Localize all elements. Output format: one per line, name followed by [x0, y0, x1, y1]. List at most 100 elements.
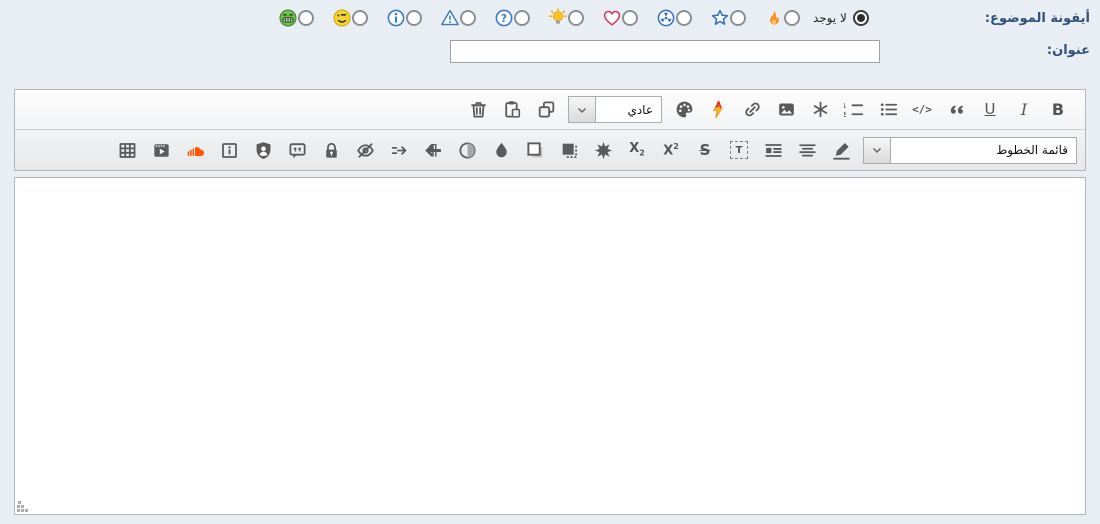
half-circle-icon: [457, 140, 478, 161]
topic-icon-option-warning[interactable]: [435, 8, 476, 28]
post-editor-page: أيقونة الموضوع: لا يوجد: [0, 0, 1100, 515]
hide-content-button[interactable]: [350, 135, 381, 165]
radiation-icon: [656, 8, 676, 28]
rtl-paragraph-button[interactable]: ¶: [418, 135, 449, 165]
chevron-down-icon: [576, 104, 588, 116]
topic-icon-option-info[interactable]: [381, 8, 422, 28]
title-label: عنوان:: [1047, 43, 1090, 58]
outline-box-button[interactable]: [520, 135, 551, 165]
topic-icon-radio-warning[interactable]: [460, 10, 476, 26]
video-button[interactable]: [146, 135, 177, 165]
topic-icon-row: أيقونة الموضوع: لا يوجد: [0, 0, 1100, 30]
topic-icon-radio-radiation[interactable]: [676, 10, 692, 26]
remove-format-button[interactable]: A: [703, 95, 734, 125]
ltr-direction-button[interactable]: [384, 135, 415, 165]
copy-button[interactable]: [531, 95, 562, 125]
highlight-button[interactable]: [826, 135, 857, 165]
color-palette-button[interactable]: [669, 95, 700, 125]
topic-icon-option-grin[interactable]: [273, 8, 314, 28]
strikethrough-button[interactable]: S: [690, 135, 721, 165]
topic-icon-radio-flame[interactable]: [784, 10, 800, 26]
title-row: عنوان:: [0, 39, 1100, 65]
topic-icon-radio-none[interactable]: [853, 10, 869, 26]
filled-box-button[interactable]: [554, 135, 585, 165]
flame-icon: [764, 8, 784, 28]
table-icon: [117, 140, 138, 161]
highlighter-pen-icon: [831, 140, 852, 161]
topic-icon-option-heart[interactable]: [597, 8, 638, 28]
font-list-dropdown-button[interactable]: [863, 137, 890, 164]
color-palette-icon: [674, 99, 695, 120]
indent-button[interactable]: [758, 135, 789, 165]
quote-icon: [946, 99, 967, 120]
ordered-list-icon: 1 2: [844, 99, 865, 120]
topic-icon-option-lightbulb[interactable]: [543, 8, 584, 28]
lock-button[interactable]: [316, 135, 347, 165]
resize-grip[interactable]: [17, 498, 31, 512]
heart-icon: [602, 8, 622, 28]
topic-icon-radio-wink[interactable]: [352, 10, 368, 26]
subscript-button[interactable]: X2: [622, 135, 653, 165]
link-button[interactable]: [737, 95, 768, 125]
quote-button[interactable]: [941, 95, 972, 125]
align-center-icon: [797, 140, 818, 161]
code-button[interactable]: </>: [907, 95, 938, 125]
delete-button[interactable]: [463, 95, 494, 125]
table-button[interactable]: [112, 135, 143, 165]
lock-icon: [321, 140, 342, 161]
topic-icon-radio-question[interactable]: [514, 10, 530, 26]
opacity-button[interactable]: [452, 135, 483, 165]
text-box-button[interactable]: T: [724, 135, 755, 165]
droplet-icon: [491, 140, 512, 161]
grin-smiley-icon: [278, 8, 298, 28]
align-center-button[interactable]: [792, 135, 823, 165]
info-box-button[interactable]: [214, 135, 245, 165]
font-list-value: قائمة الخطوط: [890, 137, 1077, 164]
strikethrough-icon: S: [700, 143, 711, 158]
topic-icon-radio-heart[interactable]: [622, 10, 638, 26]
topic-icon-option-question[interactable]: ?: [489, 8, 530, 28]
font-list-dropdown[interactable]: قائمة الخطوط: [863, 137, 1077, 164]
editor-content-area[interactable]: [14, 177, 1086, 515]
unordered-list-button[interactable]: [873, 95, 904, 125]
asterisk-button[interactable]: [805, 95, 836, 125]
svg-text:?: ?: [501, 12, 507, 25]
wink-smiley-icon: [332, 8, 352, 28]
topic-icon-radio-grin[interactable]: [298, 10, 314, 26]
topic-icon-option-none[interactable]: لا يوجد: [813, 10, 869, 26]
italic-button[interactable]: I: [1009, 95, 1040, 125]
remove-format-icon: A: [708, 99, 729, 120]
svg-text:1: 1: [844, 101, 846, 110]
topic-icon-radio-info[interactable]: [406, 10, 422, 26]
superscript-button[interactable]: X2: [656, 135, 687, 165]
bold-button[interactable]: B: [1043, 95, 1074, 125]
copy-icon: [536, 99, 557, 120]
quote-bubble-button[interactable]: [282, 135, 313, 165]
outline-box-icon: [525, 140, 546, 161]
topic-icon-option-star[interactable]: [705, 8, 746, 28]
indent-icon: [763, 140, 784, 161]
topic-icon-radio-star[interactable]: [730, 10, 746, 26]
starburst-button[interactable]: [588, 135, 619, 165]
text-box-icon: T: [730, 141, 748, 159]
topic-icon-label: أيقونة الموضوع:: [985, 11, 1090, 26]
topic-icon-radio-lightbulb[interactable]: [568, 10, 584, 26]
member-badge-button[interactable]: [248, 135, 279, 165]
ordered-list-button[interactable]: 1 2: [839, 95, 870, 125]
paste-button[interactable]: [497, 95, 528, 125]
topic-icon-option-radiation[interactable]: [651, 8, 692, 28]
editor-toolbar: B I U </> 1 2: [14, 89, 1086, 171]
soundcloud-icon: [185, 140, 206, 161]
paragraph-style-dropdown[interactable]: عادي: [568, 96, 662, 123]
paragraph-style-dropdown-button[interactable]: [568, 96, 595, 123]
topic-icon-option-flame[interactable]: [759, 8, 800, 28]
underline-button[interactable]: U: [975, 95, 1006, 125]
subscript-icon: X2: [629, 142, 645, 158]
image-button[interactable]: [771, 95, 802, 125]
topic-icon-option-wink[interactable]: [327, 8, 368, 28]
droplet-button[interactable]: [486, 135, 517, 165]
info-box-icon: [219, 140, 240, 161]
title-input[interactable]: [450, 40, 880, 63]
soundcloud-button[interactable]: [180, 135, 211, 165]
arrow-left-icon: [422, 140, 443, 161]
